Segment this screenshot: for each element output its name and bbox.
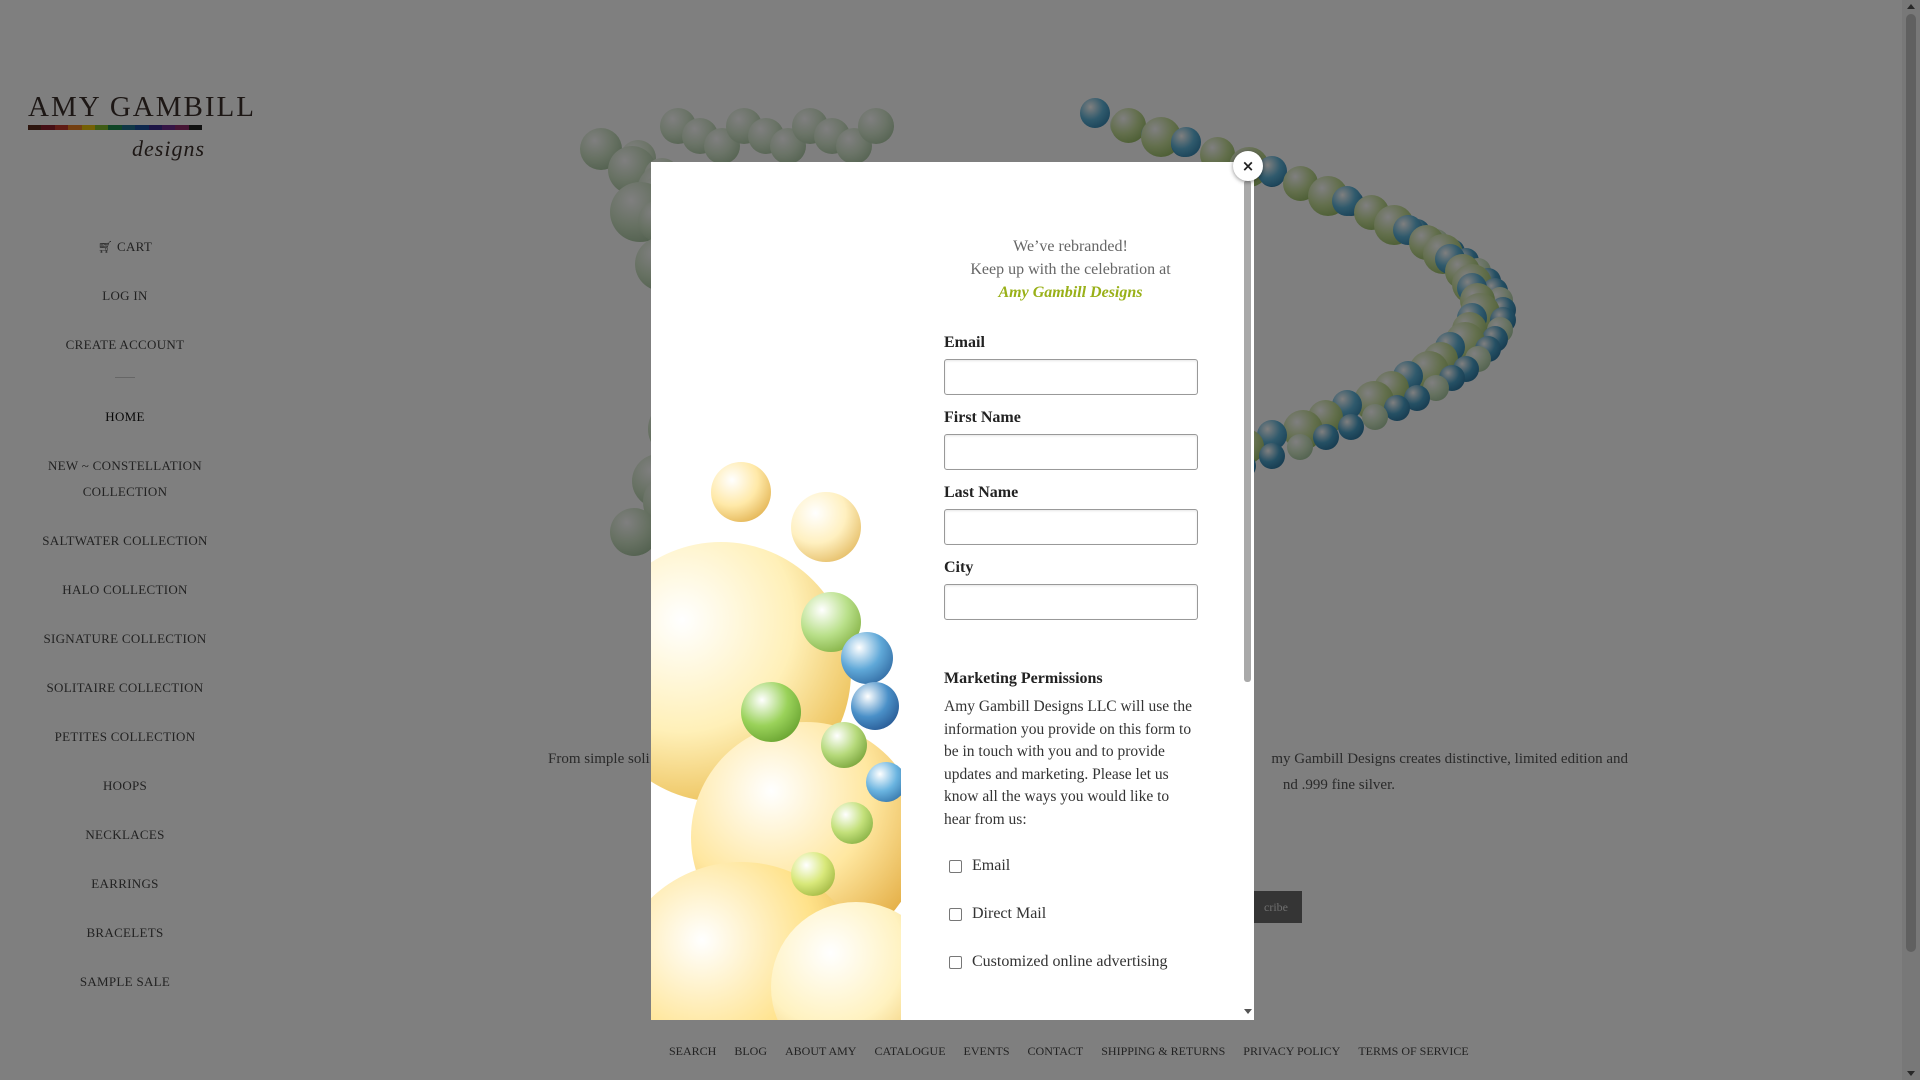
city-field[interactable] — [944, 584, 1198, 620]
gem-bead — [866, 762, 901, 802]
gem-bead — [821, 722, 867, 768]
last-name-label: Last Name — [944, 484, 1019, 501]
gem-bead — [711, 462, 771, 522]
headline-brand: Amy Gambill Designs — [998, 284, 1143, 301]
first-name-field[interactable] — [944, 434, 1198, 470]
gem-bead — [791, 492, 861, 562]
email-checkbox[interactable] — [949, 859, 962, 873]
modal-scrollbar-thumb[interactable] — [1244, 180, 1251, 682]
signup-form: We’ve rebranded! Keep up with the celebr… — [901, 162, 1241, 1020]
modal-scrollbar[interactable] — [1241, 162, 1254, 1020]
gem-bead — [831, 802, 873, 844]
modal-scroll-down-icon[interactable] — [1244, 1009, 1252, 1014]
email-field-group: Email — [944, 334, 1241, 395]
newsletter-modal: We’ve rebranded! Keep up with the celebr… — [651, 162, 1254, 1020]
checkbox-direct-mail-row[interactable]: Direct Mail — [944, 901, 1241, 927]
gem-bead — [791, 852, 835, 896]
last-name-field[interactable] — [944, 509, 1198, 545]
gem-bead — [841, 632, 893, 684]
email-field[interactable] — [944, 359, 1198, 395]
city-field-group: City — [944, 559, 1241, 620]
close-modal-button[interactable]: × — [1233, 151, 1263, 181]
checkbox-email-row[interactable]: Email — [944, 853, 1241, 879]
advertising-checkbox[interactable] — [949, 955, 962, 969]
email-label: Email — [944, 334, 985, 351]
permissions-text: Amy Gambill Designs LLC will use the inf… — [944, 698, 1192, 828]
checkbox-advertising-row[interactable]: Customized online advertising — [944, 949, 1241, 975]
modal-headline: We’ve rebranded! Keep up with the celebr… — [944, 235, 1197, 304]
last-name-field-group: Last Name — [944, 484, 1241, 545]
first-name-field-group: First Name — [944, 409, 1241, 470]
first-name-label: First Name — [944, 409, 1021, 426]
advertising-checkbox-label: Customized online advertising — [972, 953, 1168, 970]
email-checkbox-label: Email — [972, 857, 1011, 874]
direct-mail-checkbox-label: Direct Mail — [972, 905, 1047, 922]
city-label: City — [944, 559, 974, 576]
headline-line1: We’ve rebranded! — [1013, 238, 1128, 255]
gem-bead — [741, 682, 801, 742]
gem-bead — [851, 682, 899, 730]
modal-jewelry-image — [651, 162, 901, 1020]
headline-line2: Keep up with the celebration at — [970, 261, 1171, 278]
close-icon: × — [1241, 157, 1255, 175]
permissions-title: Marketing Permissions — [944, 670, 1103, 687]
direct-mail-checkbox[interactable] — [949, 907, 962, 921]
